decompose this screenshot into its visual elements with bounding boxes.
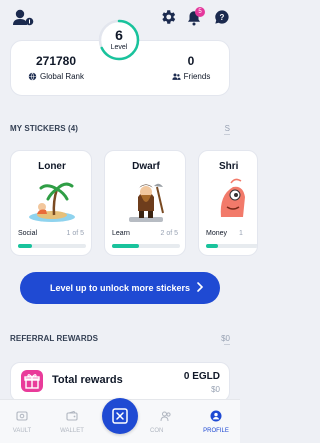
- sticker-count: 1 of 5: [66, 230, 84, 237]
- sticker-name: Shri: [219, 161, 239, 172]
- referral-section-header: REFERRAL REWARDS $0: [0, 334, 240, 350]
- global-rank-value: 271780: [35, 54, 77, 68]
- referral-section-value: $0: [221, 334, 230, 343]
- sticker-progress-fill: [18, 244, 32, 248]
- nav-item-contacts[interactable]: CON: [146, 400, 186, 443]
- total-rewards-value: 0 EGLD: [183, 371, 220, 382]
- total-rewards-card[interactable]: Total rewards 0 EGLD $0: [10, 362, 230, 402]
- level-up-button-label: Level up to unlock more stickers: [49, 283, 191, 293]
- help-icon[interactable]: ?: [214, 9, 230, 25]
- friends-label: Friends: [183, 72, 211, 81]
- sticker-progress-fill: [206, 244, 218, 248]
- sticker-category: Learn: [112, 230, 130, 237]
- sticker-category: Money: [206, 230, 228, 237]
- scan-fab-button[interactable]: [102, 398, 138, 434]
- friends[interactable]: 0 Friends: [151, 41, 231, 97]
- scan-icon: [112, 408, 128, 424]
- profile-nav-icon: [210, 410, 222, 422]
- vault-icon: [16, 411, 28, 421]
- global-rank[interactable]: 271780 Global Rank: [11, 41, 101, 97]
- nav-item-profile[interactable]: PROFILE: [196, 400, 236, 443]
- stickers-section-title: MY STICKERS (4): [10, 124, 79, 133]
- level-label: Level: [110, 44, 128, 51]
- notification-badge: 5: [195, 7, 205, 17]
- sticker-progress-fill: [112, 244, 140, 248]
- referral-value-underline: [224, 344, 230, 345]
- svg-text:?: ?: [220, 13, 225, 22]
- total-rewards-usd: $0: [211, 385, 220, 394]
- nav-item-wallet-label: WALLET: [60, 428, 84, 434]
- sticker-count: 2 of 5: [160, 230, 178, 237]
- friends-icon: [172, 73, 181, 80]
- sticker-progress-bar: [112, 244, 180, 248]
- chevron-right-icon: [197, 282, 204, 292]
- nav-item-vault-label: VAULT: [12, 428, 32, 434]
- wallet-icon: [66, 410, 78, 421]
- nav-item-profile-label: PROFILE: [203, 428, 229, 434]
- sticker-name: Loner: [38, 161, 66, 172]
- global-rank-label: Global Rank: [39, 72, 85, 81]
- contacts-icon: [160, 411, 171, 422]
- stickers-section-header: MY STICKERS (4) S: [0, 124, 240, 140]
- sticker-card[interactable]: Loner Social 1 of 5: [10, 150, 92, 256]
- gift-icon: [21, 370, 43, 392]
- nav-item-wallet[interactable]: WALLET: [52, 400, 92, 443]
- sticker-card[interactable]: Dwarf Learn 2 of 5: [104, 150, 186, 256]
- sticker-progress-bar: [18, 244, 86, 248]
- friends-value: 0: [187, 54, 195, 68]
- gear-icon[interactable]: [159, 8, 177, 26]
- sticker-name: Dwarf: [132, 161, 160, 172]
- stickers-see-all-link[interactable]: S: [225, 124, 230, 133]
- shrimp-sticker-image: [220, 178, 245, 217]
- sticker-progress-bar: [206, 244, 257, 248]
- nav-item-contacts-label: CON: [150, 428, 164, 434]
- level-value: 6: [115, 27, 123, 43]
- nav-item-vault[interactable]: VAULT: [2, 400, 42, 443]
- globe-icon: [28, 72, 37, 81]
- referral-section-title: REFERRAL REWARDS: [10, 334, 99, 343]
- sticker-count: 1: [239, 230, 243, 237]
- total-rewards-title: Total rewards: [52, 374, 123, 386]
- sticker-card[interactable]: Shri Money 1: [198, 150, 258, 256]
- sticker-category: Social: [18, 230, 38, 237]
- level-up-button[interactable]: Level up to unlock more stickers: [20, 272, 220, 304]
- dwarf-sticker-image: [129, 183, 164, 222]
- loner-sticker-image: [29, 182, 75, 222]
- see-all-underline: [224, 134, 230, 135]
- profile-icon[interactable]: [12, 8, 34, 26]
